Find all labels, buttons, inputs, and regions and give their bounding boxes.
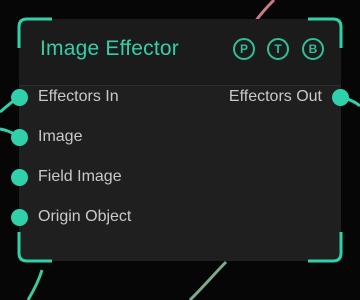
image-effector-node[interactable]: Image Effector P T B Effectors In Image … xyxy=(19,19,341,261)
input-label-image: Image xyxy=(38,128,83,145)
input-label-origin-object: Origin Object xyxy=(38,208,132,225)
p-flag-button[interactable]: P xyxy=(233,38,255,60)
input-socket-effectors-in[interactable] xyxy=(11,89,28,106)
node-title: Image Effector xyxy=(40,37,179,60)
b-flag-button[interactable]: B xyxy=(302,38,324,60)
input-socket-origin-object[interactable] xyxy=(11,209,28,226)
t-flag-button[interactable]: T xyxy=(267,38,289,60)
input-label-field-image: Field Image xyxy=(38,168,122,185)
output-label-effectors-out: Effectors Out xyxy=(228,88,322,105)
output-socket-effectors-out[interactable] xyxy=(332,89,349,106)
node-header[interactable]: Image Effector P T B xyxy=(19,19,341,86)
wire-background-green xyxy=(188,260,228,300)
wire-background-teal xyxy=(26,269,44,300)
input-socket-image[interactable] xyxy=(11,129,28,146)
input-label-effectors-in: Effectors In xyxy=(38,88,119,105)
node-editor-canvas[interactable]: Image Effector P T B Effectors In Image … xyxy=(0,0,360,300)
input-socket-field-image[interactable] xyxy=(11,169,28,186)
